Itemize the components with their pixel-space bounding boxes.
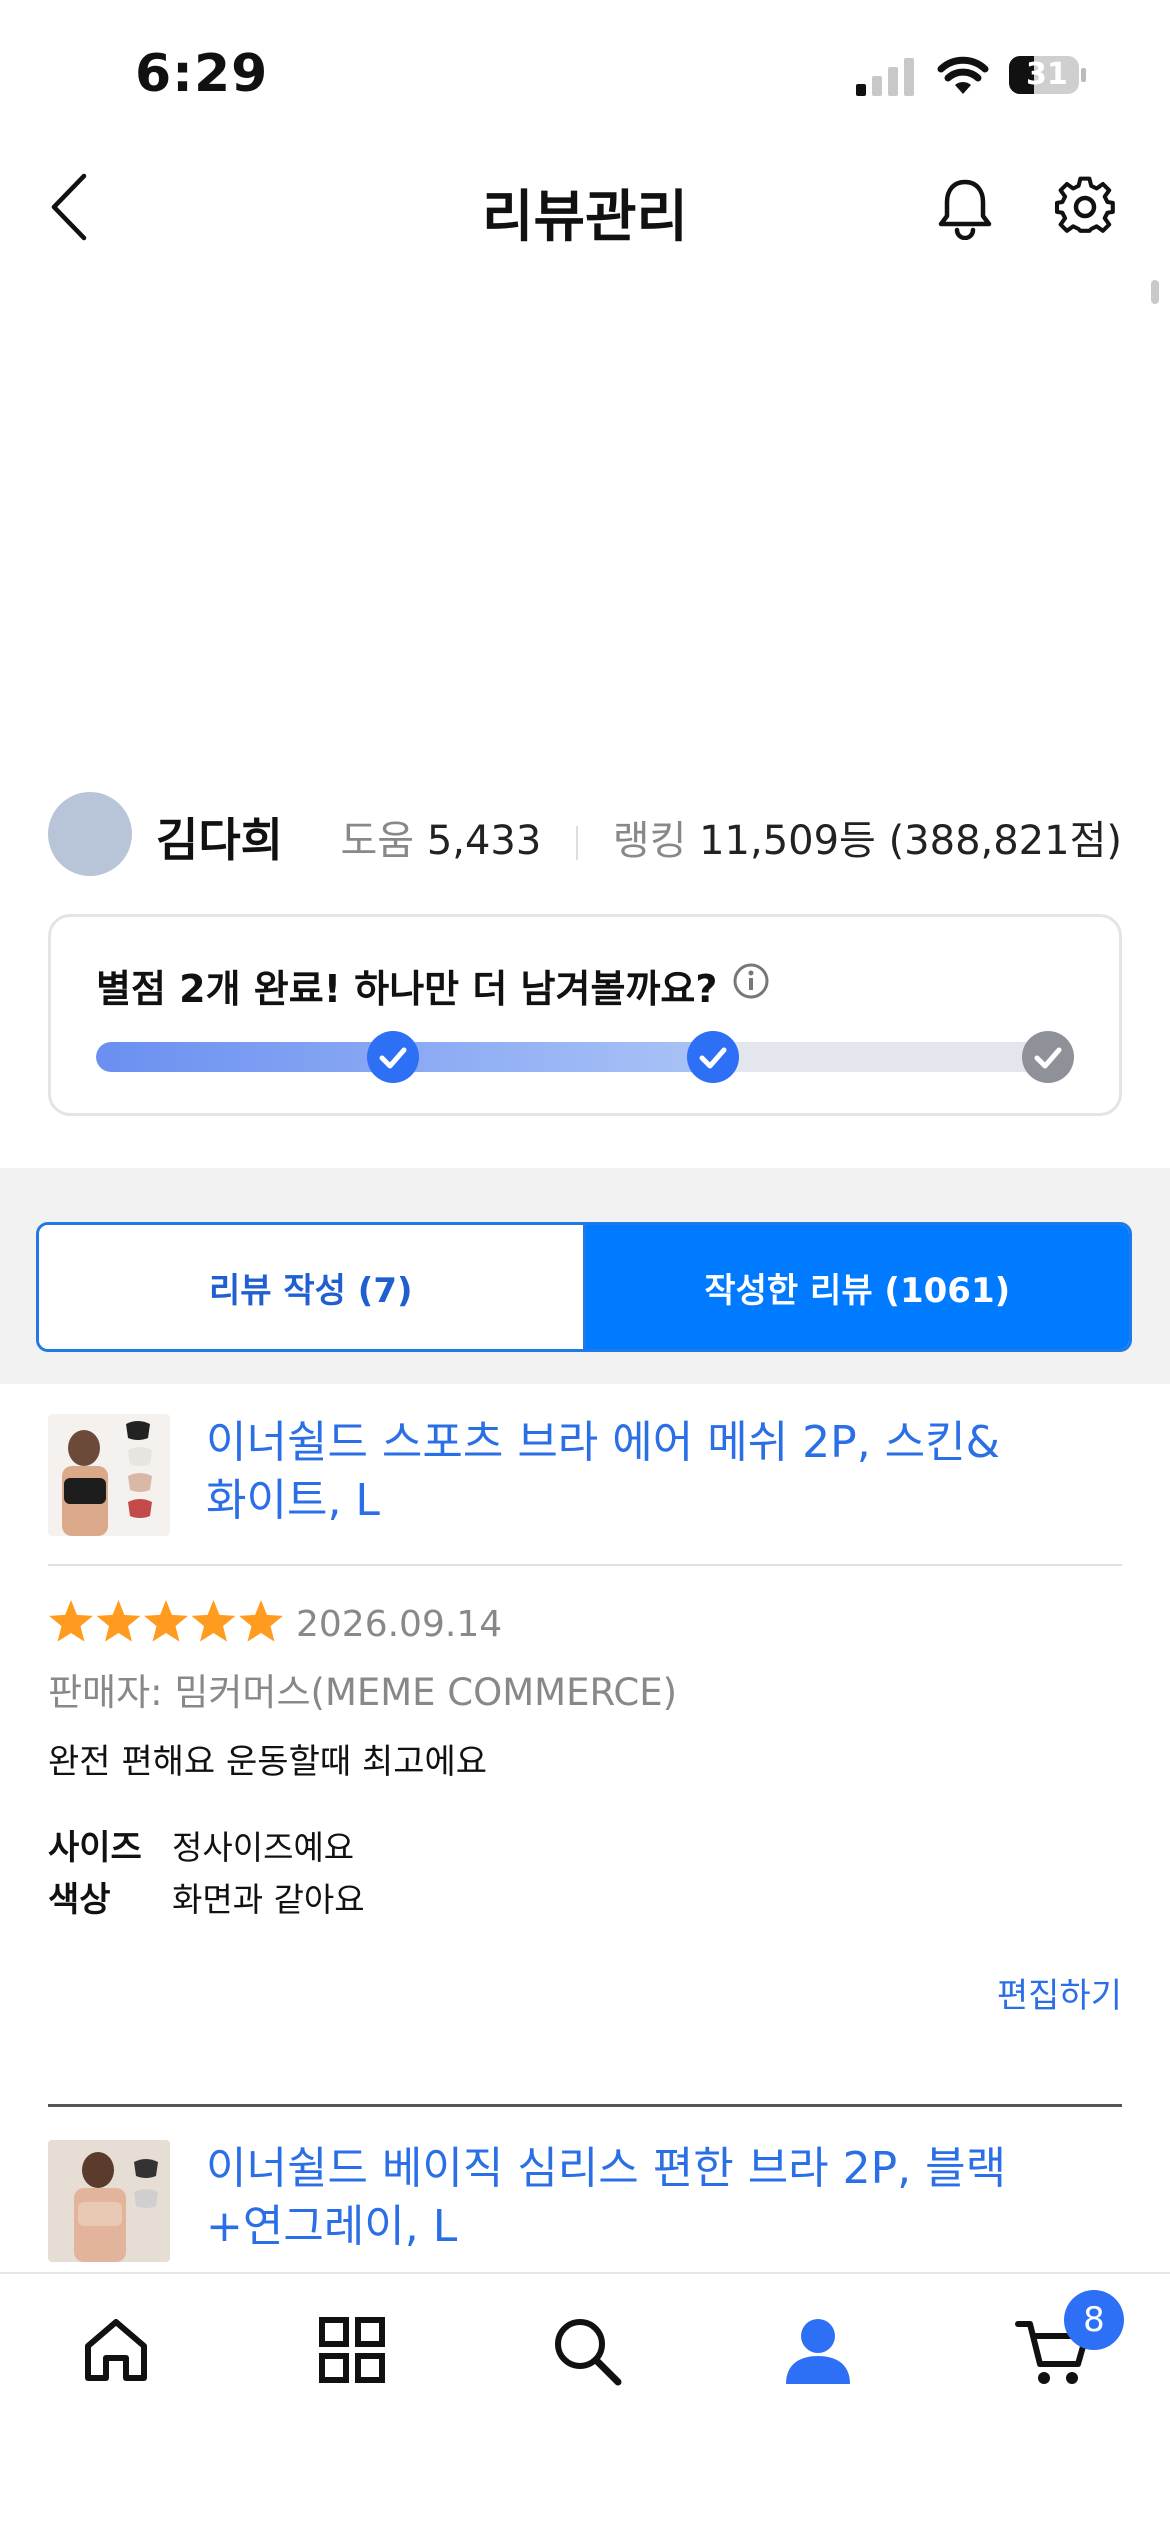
product-name-link[interactable]: 이너쉴드 스포츠 브라 에어 메쉬 2P, 스킨& 화이트, L [206,1414,1106,1530]
battery-level: 31 [1026,57,1068,92]
rank-label: 랭킹 [612,818,687,864]
star-icon [144,1600,188,1642]
rank-value: 11,509등 (388,821점) [699,818,1122,864]
edit-review-link[interactable]: 편집하기 [997,1968,1122,2017]
avatar[interactable] [48,792,132,876]
user-name: 김다희 [156,813,283,867]
review-separator [48,2104,1122,2107]
stats-divider [576,826,579,860]
scroll-indicator[interactable] [1151,280,1159,304]
user-stats: 도움 5,433 랭킹 11,509등 (388,821점) [340,808,1122,866]
review-tabs: 리뷰 작성 (7) 작성한 리뷰 (1061) [36,1222,1132,1352]
rating-progress-card [48,914,1122,1116]
star-icon [96,1600,141,1642]
search-icon[interactable] [548,2312,624,2388]
checkpoint-pending-icon [1021,1031,1074,1083]
progress-track [96,1042,1072,1072]
help-label: 도움 [340,818,415,864]
wifi-icon [937,56,989,94]
star-rating [49,1600,283,1642]
attribute-key-color: 색상 [48,1880,111,1920]
seller-name: 판매자: 밈커머스(MEME COMMERCE) [48,1671,678,1714]
cellular-signal-icon [856,58,914,96]
divider [48,1564,1122,1566]
my-page-icon[interactable] [780,2312,856,2388]
checkpoint-complete-icon [366,1031,419,1083]
review-text: 완전 편해요 운동할때 최고에요 [48,1742,488,1782]
review-date: 2026.09.14 [296,1604,503,1645]
status-time: 6:29 [135,44,269,104]
battery-icon: 31 [1008,55,1088,95]
star-icon [191,1600,236,1642]
settings-gear-icon[interactable] [1054,176,1116,238]
category-icon[interactable] [314,2312,390,2388]
product-thumbnail[interactable] [48,1414,170,1536]
attribute-key-size: 사이즈 [48,1828,142,1868]
cart-count-badge: 8 [1064,2290,1124,2350]
product-name-link[interactable]: 이너쉴드 베이직 심리스 편한 브라 2P, 블랙 +연그레이, L [206,2140,1106,2256]
progress-message: 별점 2개 완료! 하나만 더 남겨볼까요? [96,967,718,1011]
tab-written-reviews[interactable]: 작성한 리뷰 (1061) [585,1225,1129,1349]
attribute-value-color: 화면과 같아요 [172,1880,365,1919]
info-icon[interactable] [732,962,770,1000]
star-icon [49,1600,93,1642]
notification-bell-icon[interactable] [935,176,995,240]
tab-write-review[interactable]: 리뷰 작성 (7) [39,1225,586,1349]
help-count: 5,433 [426,818,542,864]
attribute-value-size: 정사이즈예요 [172,1828,355,1867]
home-icon[interactable] [78,2312,154,2388]
star-icon [239,1600,283,1642]
product-thumbnail[interactable] [48,2140,170,2262]
checkpoint-complete-icon [687,1031,740,1083]
